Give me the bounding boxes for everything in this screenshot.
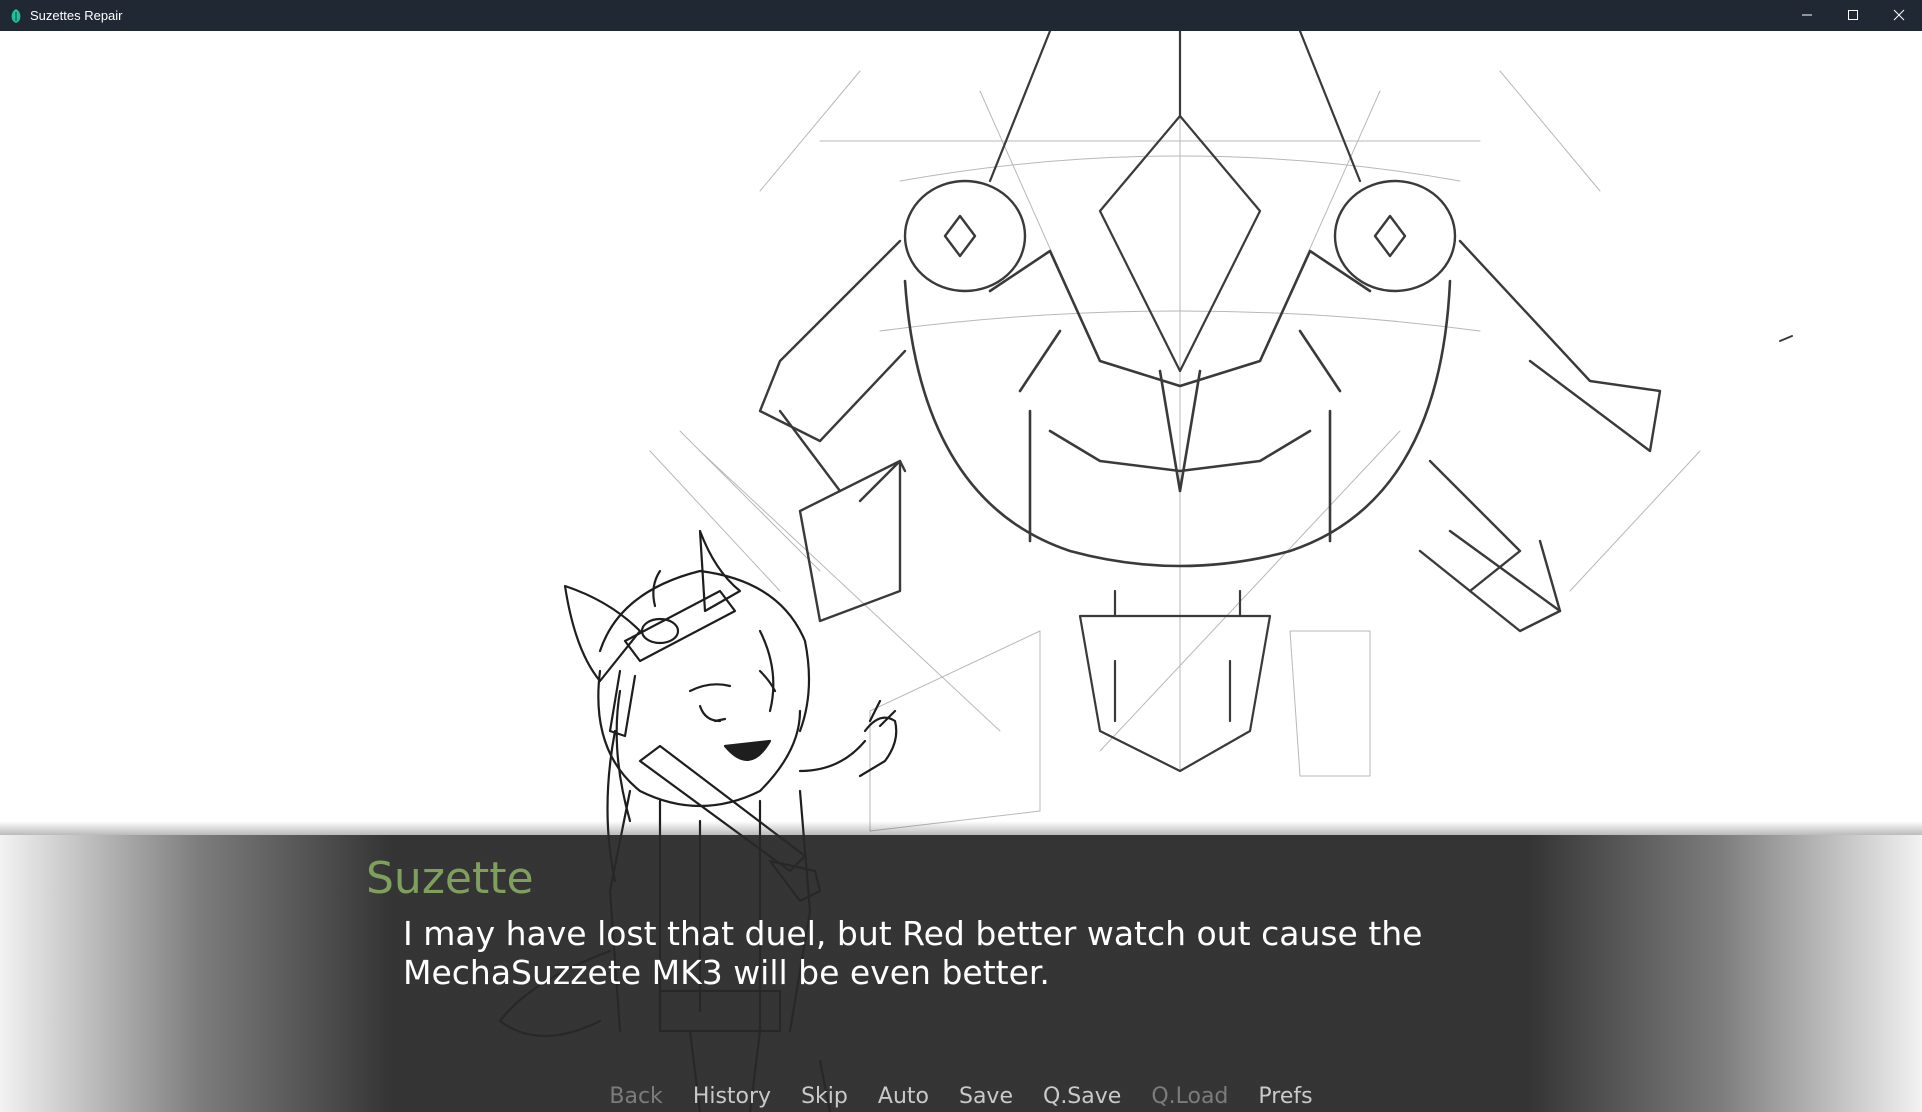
dialogue-text: I may have lost that duel, but Red bette… bbox=[403, 914, 1553, 992]
minimize-icon bbox=[1801, 6, 1813, 25]
window-title: Suzettes Repair bbox=[30, 8, 123, 23]
quick-load-button[interactable]: Q.Load bbox=[1151, 1084, 1228, 1109]
auto-button[interactable]: Auto bbox=[878, 1084, 929, 1109]
prefs-button[interactable]: Prefs bbox=[1258, 1084, 1312, 1109]
dialogue-box[interactable]: Suzette I may have lost that duel, but R… bbox=[0, 821, 1922, 1112]
close-icon bbox=[1893, 6, 1905, 25]
game-viewport[interactable]: Suzette I may have lost that duel, but R… bbox=[0, 31, 1922, 1112]
maximize-icon bbox=[1847, 6, 1859, 25]
close-button[interactable] bbox=[1876, 0, 1922, 31]
dialogue-line: MechaSuzzete MK3 will be even better. bbox=[403, 953, 1050, 992]
quick-save-button[interactable]: Q.Save bbox=[1043, 1084, 1121, 1109]
mech-sketch bbox=[649, 31, 1793, 832]
history-button[interactable]: History bbox=[693, 1084, 771, 1109]
speaker-name: Suzette bbox=[366, 853, 534, 904]
minimize-button[interactable] bbox=[1784, 0, 1830, 31]
skip-button[interactable]: Skip bbox=[801, 1084, 848, 1109]
window-controls bbox=[1784, 0, 1922, 31]
maximize-button[interactable] bbox=[1830, 0, 1876, 31]
quick-menu: Back History Skip Auto Save Q.Save Q.Loa… bbox=[0, 1081, 1922, 1112]
back-button[interactable]: Back bbox=[609, 1084, 662, 1109]
game-logo-icon bbox=[10, 8, 24, 24]
window-titlebar: Suzettes Repair bbox=[0, 0, 1922, 31]
dialogue-line: I may have lost that duel, but Red bette… bbox=[403, 914, 1423, 953]
save-button[interactable]: Save bbox=[959, 1084, 1013, 1109]
